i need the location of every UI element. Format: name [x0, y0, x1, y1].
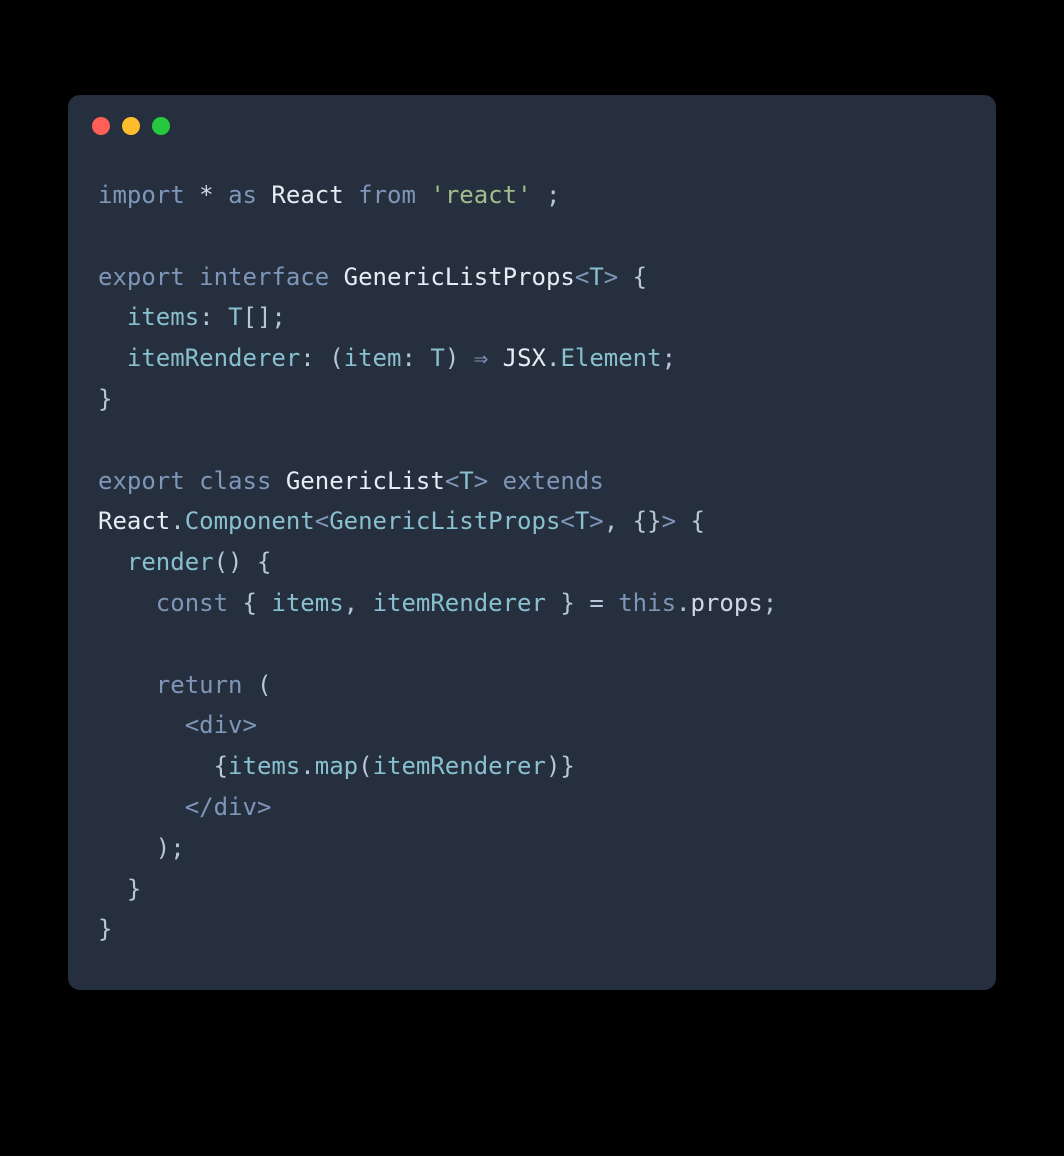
type-glp: GenericListProps — [344, 263, 575, 291]
parens: () — [214, 548, 243, 576]
paren-close: ) — [546, 752, 560, 780]
star: * — [199, 181, 213, 209]
brace-open: { — [243, 589, 257, 617]
kw-import: import — [98, 181, 185, 209]
paren-close: ) — [445, 344, 459, 372]
prop-items: items — [127, 303, 199, 331]
tag-open-angle: </ — [185, 793, 214, 821]
brace-open: { — [633, 263, 647, 291]
kw-export: export — [98, 467, 185, 495]
jsx-brace-open: { — [214, 752, 228, 780]
angle-open: < — [560, 507, 574, 535]
comma: , — [344, 589, 358, 617]
tag-div: div — [199, 711, 242, 739]
tag-close-angle: > — [243, 711, 257, 739]
array-suffix: []; — [243, 303, 286, 331]
empty-obj: {} — [633, 507, 662, 535]
map: map — [315, 752, 358, 780]
element: Element — [560, 344, 661, 372]
brace-close: } — [127, 875, 141, 903]
props: props — [690, 589, 762, 617]
items: items — [271, 589, 343, 617]
angle-close: > — [662, 507, 676, 535]
colon: : — [199, 303, 213, 331]
kw-extends: extends — [503, 467, 604, 495]
titlebar — [68, 95, 996, 145]
kw-const: const — [156, 589, 228, 617]
type-t: T — [430, 344, 444, 372]
paren-open: ( — [329, 344, 343, 372]
angle-close: > — [604, 263, 618, 291]
brace-open: { — [257, 548, 271, 576]
jsx: JSX — [503, 344, 546, 372]
type-t: T — [228, 303, 242, 331]
type-t: T — [575, 507, 589, 535]
dot: . — [546, 344, 560, 372]
brace-close: } — [98, 915, 112, 943]
dot: . — [676, 589, 690, 617]
component: Component — [185, 507, 315, 535]
semi: ; — [546, 181, 560, 209]
paren-close-semi: ); — [156, 834, 185, 862]
paren-open: ( — [358, 752, 372, 780]
kw-interface: interface — [199, 263, 329, 291]
brace-open: { — [690, 507, 704, 535]
tag-open-angle: < — [185, 711, 199, 739]
type-t: T — [459, 467, 473, 495]
glp: GenericListProps — [329, 507, 560, 535]
type-t: T — [589, 263, 603, 291]
semi: ; — [763, 589, 777, 617]
kw-this: this — [618, 589, 676, 617]
comma: , — [604, 507, 618, 535]
class-name: GenericList — [286, 467, 445, 495]
brace-close: } — [98, 385, 112, 413]
kw-as: as — [228, 181, 257, 209]
colon: : — [300, 344, 314, 372]
angle-open: < — [575, 263, 589, 291]
minimize-icon[interactable] — [122, 117, 140, 135]
tag-div: div — [214, 793, 257, 821]
param-item: item — [344, 344, 402, 372]
itemrenderer: itemRenderer — [373, 589, 546, 617]
react-ns: React — [98, 507, 170, 535]
code-block: import * as React from 'react' ; export … — [68, 145, 996, 950]
colon: : — [401, 344, 415, 372]
kw-return: return — [156, 671, 243, 699]
method-render: render — [127, 548, 214, 576]
editor-window: import * as React from 'react' ; export … — [68, 95, 996, 990]
angle-close: > — [474, 467, 488, 495]
kw-class: class — [199, 467, 271, 495]
prop-itemrenderer: itemRenderer — [127, 344, 300, 372]
dot: . — [170, 507, 184, 535]
ident-react: React — [271, 181, 343, 209]
brace-close: } — [560, 589, 574, 617]
angle-close: > — [589, 507, 603, 535]
items: items — [228, 752, 300, 780]
kw-from: from — [358, 181, 416, 209]
close-icon[interactable] — [92, 117, 110, 135]
angle-open: < — [445, 467, 459, 495]
paren-open: ( — [257, 671, 271, 699]
arrow: ⇒ — [474, 344, 488, 372]
maximize-icon[interactable] — [152, 117, 170, 135]
itemrenderer: itemRenderer — [373, 752, 546, 780]
tag-close-angle: > — [257, 793, 271, 821]
jsx-brace-close: } — [560, 752, 574, 780]
kw-export: export — [98, 263, 185, 291]
equals: = — [589, 589, 603, 617]
angle-open: < — [315, 507, 329, 535]
dot: . — [300, 752, 314, 780]
string-react: 'react' — [430, 181, 531, 209]
semi: ; — [662, 344, 676, 372]
